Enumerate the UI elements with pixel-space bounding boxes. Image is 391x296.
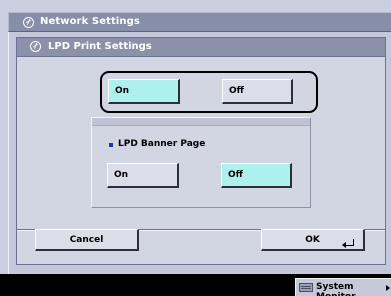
- screen: Network Settings LPD Print Settings On O…: [0, 0, 391, 296]
- banner-page-on-button[interactable]: On: [107, 163, 179, 188]
- window-title-bar: Network Settings: [8, 12, 391, 32]
- system-monitor-label: System Monitor: [316, 282, 356, 296]
- window-title: Network Settings: [40, 16, 140, 27]
- network-settings-icon: [23, 17, 34, 28]
- chevron-right-icon: [386, 285, 390, 291]
- dialog-title: LPD Print Settings: [48, 41, 152, 52]
- banner-page-bullet: [109, 143, 113, 147]
- banner-page-label: LPD Banner Page: [118, 139, 206, 149]
- monitor-icon: [299, 283, 313, 292]
- lpd-print-off-button[interactable]: Off: [222, 79, 293, 104]
- lpd-print-settings-dialog: LPD Print Settings On Off LPD Banner Pag…: [16, 37, 386, 265]
- enter-icon: [342, 239, 354, 248]
- lpd-settings-icon: [30, 41, 41, 52]
- banner-page-off-button[interactable]: Off: [221, 163, 292, 188]
- cancel-button-label: Cancel: [69, 235, 104, 245]
- ok-button[interactable]: OK: [261, 229, 365, 251]
- lpd-print-on-button[interactable]: On: [108, 79, 180, 104]
- banner-page-group-header: [92, 118, 310, 126]
- dialog-title-bar: LPD Print Settings: [17, 38, 385, 57]
- system-monitor-button[interactable]: System Monitor: [295, 278, 391, 296]
- cancel-button[interactable]: Cancel: [35, 229, 139, 251]
- ok-button-label: OK: [305, 235, 320, 245]
